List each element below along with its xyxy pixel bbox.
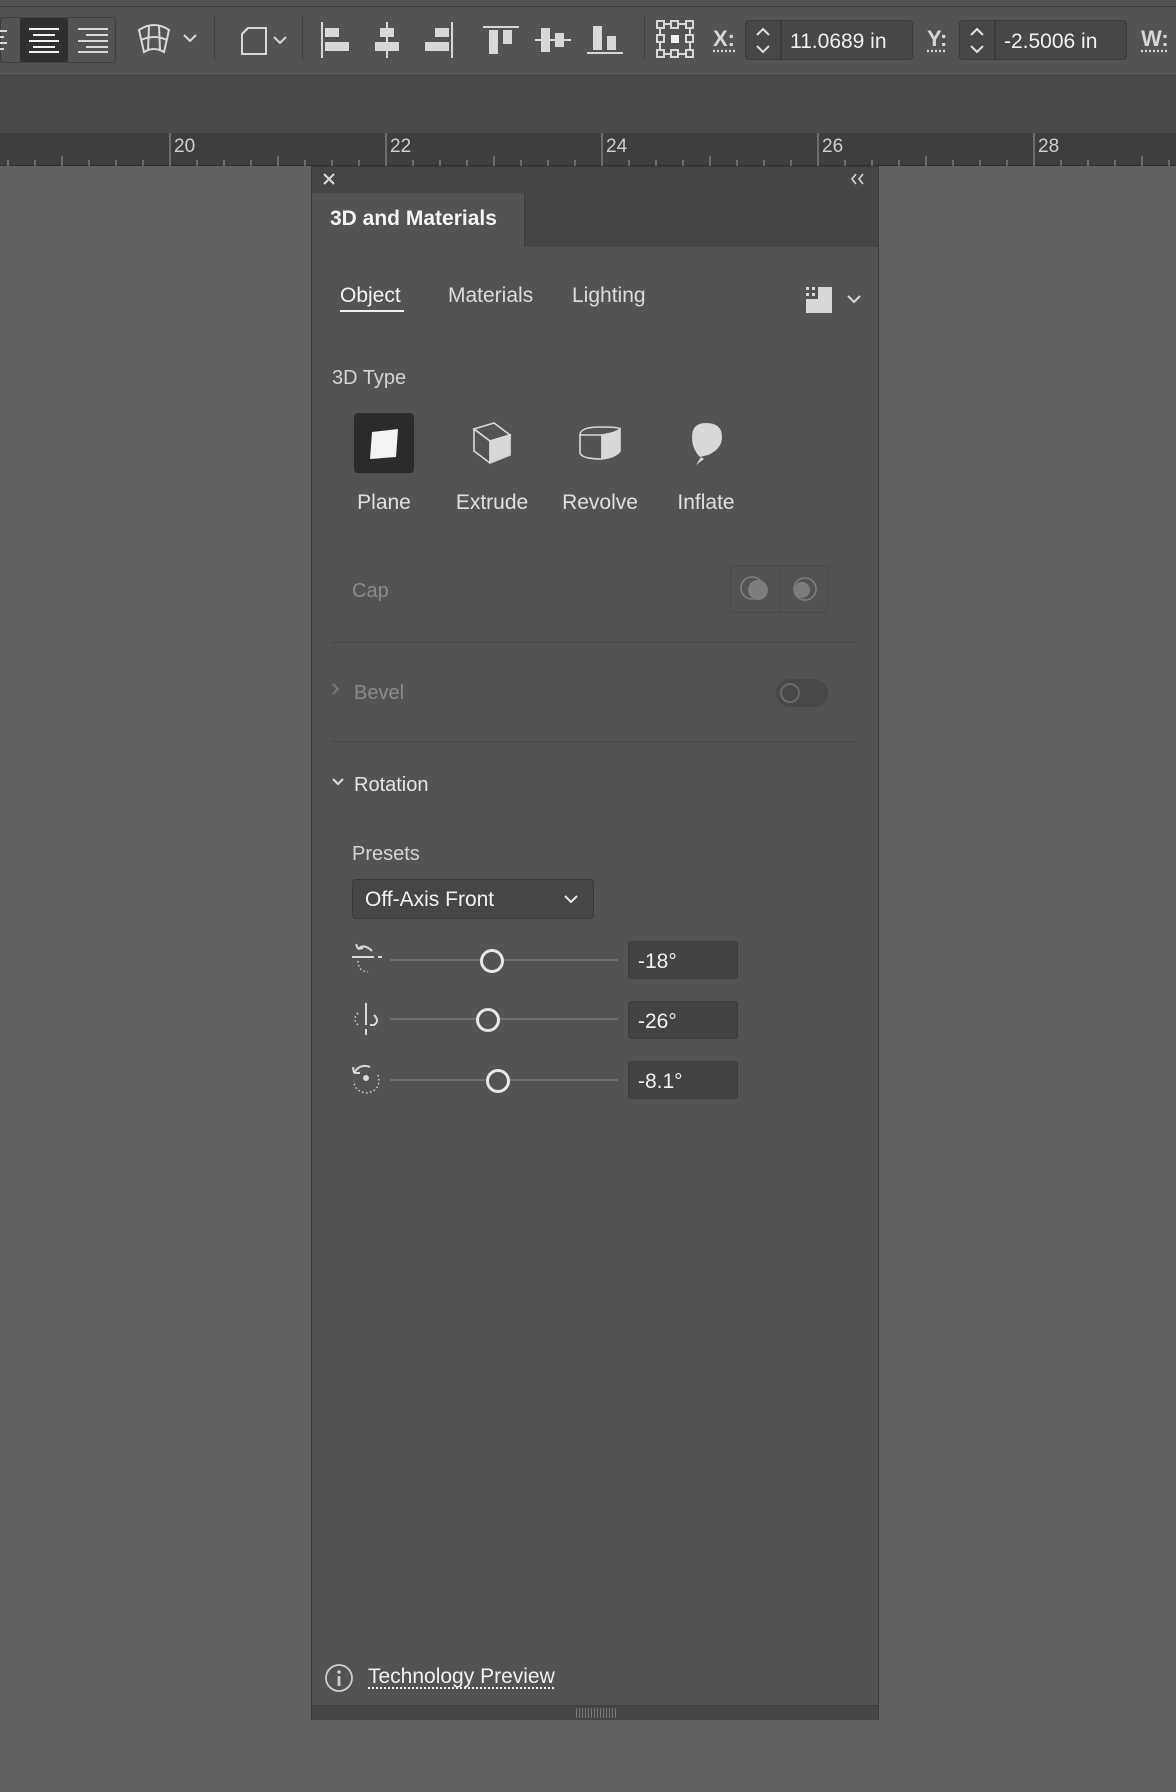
revolve-icon [570,413,630,473]
cap-label: Cap [352,580,389,602]
technology-preview-link[interactable]: Technology Preview [368,1665,555,1689]
plane-icon [354,413,414,473]
chevron-down-icon[interactable] [846,291,866,311]
align-bottom-edges-icon[interactable] [586,20,624,60]
panel-tab[interactable]: 3D and Materials [312,193,525,247]
toggle-knob [780,683,800,703]
w-label: W: [1141,26,1169,51]
chevron-down-icon[interactable] [180,28,200,48]
y-label: Y: [927,26,948,51]
type-label: Extrude [455,491,529,514]
section-divider [332,741,858,742]
y-position-field[interactable]: -2.5006 in [995,20,1127,60]
chevron-down-icon[interactable] [330,775,348,791]
panel-header-bar[interactable] [312,167,878,194]
tab-bar-area [0,76,1176,133]
y-rotation-field[interactable]: -26° [628,1001,738,1039]
type-inflate[interactable]: Inflate [664,413,748,515]
z-rotation-field[interactable]: -8.1° [628,1061,738,1099]
section-divider [332,642,858,643]
horizontal-ruler: 20 22 24 26 28 [0,133,1176,166]
rotate-y-icon [350,1001,384,1037]
align-horizontal-center-icon[interactable] [368,20,406,60]
chevron-right-icon[interactable] [330,681,346,699]
chevron-down-icon [563,892,581,908]
panel-footer-bar [312,1705,878,1720]
x-rotation-thumb[interactable] [480,949,504,973]
control-bar: X: 11.0689 in Y: -2.5006 in W: [0,0,1176,76]
type-label: Inflate [677,491,735,514]
ruler-label: 26 [822,136,844,157]
cap-button-group [730,565,828,613]
type-plane[interactable]: Plane [342,413,426,515]
rotate-x-icon [350,941,384,975]
type-label: Plane [357,491,411,514]
extrude-icon [462,413,522,473]
type-extrude[interactable]: Extrude [450,413,534,515]
presets-dropdown[interactable]: Off-Axis Front [352,879,594,919]
tab-materials[interactable]: Materials [448,284,533,308]
align-center-icon[interactable] [20,18,68,62]
align-vertical-center-icon[interactable] [534,20,572,60]
z-rotation-thumb[interactable] [486,1069,510,1093]
bevel-toggle[interactable] [776,679,828,707]
align-left-edges-icon[interactable] [316,20,354,60]
type-revolve[interactable]: Revolve [558,413,642,515]
tab-object[interactable]: Object [340,284,401,308]
align-top-edges-icon[interactable] [482,20,520,60]
inflate-icon [676,413,736,473]
3d-materials-panel: 3D and Materials Object Materials Lighti… [311,166,879,1720]
collapse-icon[interactable] [848,171,870,189]
close-icon[interactable] [320,170,340,190]
x-rotation-track[interactable] [390,959,618,961]
3d-type-label: 3D Type [332,367,407,389]
x-position-field[interactable]: 11.0689 in [781,20,913,60]
cap-off-button[interactable] [779,566,827,612]
ruler-label: 22 [390,136,412,157]
rotation-label: Rotation [354,774,429,796]
envelope-warp-icon[interactable] [134,18,174,60]
ruler-label: 20 [174,136,196,157]
resize-grip-icon[interactable] [576,1708,616,1718]
render-settings-icon[interactable] [804,285,834,315]
ruler-label: 24 [606,136,628,157]
presets-label: Presets [352,843,420,865]
x-rotation-field[interactable]: -18° [628,941,738,979]
paragraph-align-group [0,17,116,63]
x-stepper[interactable] [745,20,781,60]
preset-value: Off-Axis Front [365,888,495,911]
y-rotation-track[interactable] [390,1018,618,1020]
active-tab-underline [340,310,404,312]
align-left-icon[interactable] [0,18,13,62]
ruler-label: 28 [1038,136,1060,157]
y-stepper[interactable] [959,20,995,60]
bevel-label: Bevel [354,682,405,704]
chevron-down-icon[interactable] [270,30,290,50]
align-right-edges-icon[interactable] [420,20,458,60]
panel-title: 3D and Materials [330,207,497,230]
panel-tab-strip: 3D and Materials [312,193,878,247]
info-icon [324,1663,354,1693]
type-label: Revolve [562,491,638,514]
y-rotation-thumb[interactable] [476,1008,500,1032]
tab-lighting[interactable]: Lighting [572,284,646,308]
align-right-icon[interactable] [71,18,115,62]
reference-point-icon[interactable] [654,18,696,60]
cap-on-button[interactable] [731,566,780,612]
x-label: X: [713,26,735,51]
rotate-z-icon [350,1061,384,1097]
document-setup-icon[interactable] [236,20,272,60]
